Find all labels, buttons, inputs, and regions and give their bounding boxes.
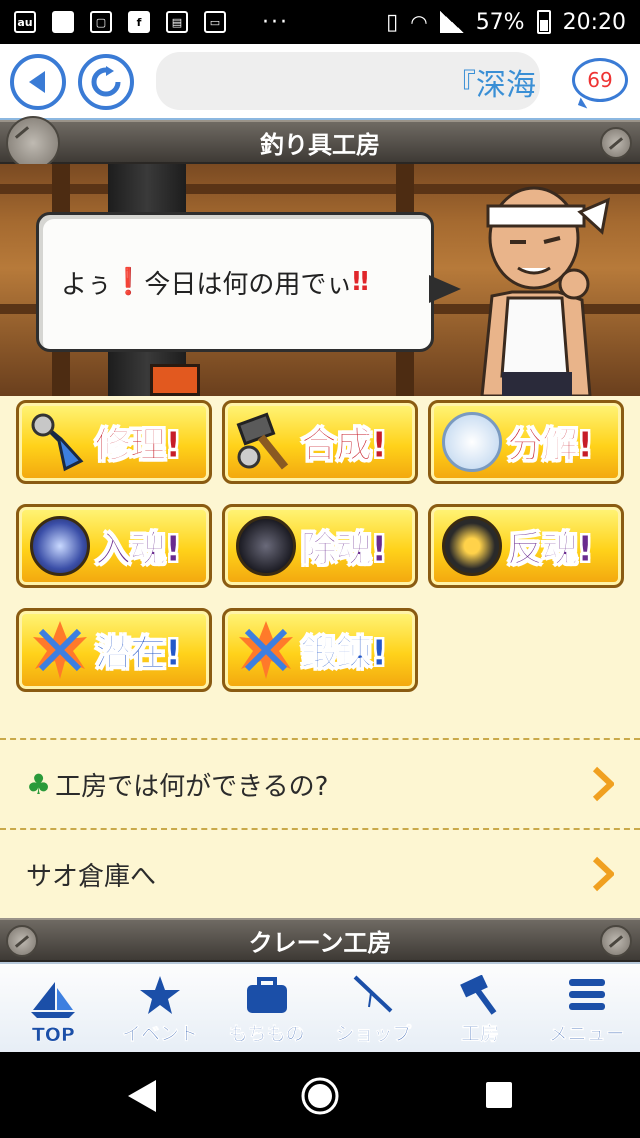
speech-text: よぅ	[61, 269, 112, 300]
notification-bubble[interactable]: 69	[572, 58, 628, 102]
crossed-swords-icon	[231, 615, 301, 685]
reload-icon	[91, 66, 121, 97]
soul-orb-gold-icon	[437, 511, 507, 581]
forge-fire	[150, 364, 200, 396]
back-arrow-icon	[29, 71, 45, 93]
clock: 20:20	[562, 9, 626, 35]
android-nav-bar	[0, 1052, 640, 1138]
au-icon: au	[14, 11, 36, 33]
potential-label: 潜在!	[94, 633, 181, 675]
tab-workshop[interactable]: 工房	[427, 964, 534, 1052]
wrench-icon	[25, 407, 95, 477]
sailboat-icon	[31, 982, 76, 1018]
tab-menu[interactable]: メニュー	[533, 964, 640, 1052]
combine-label: 合成!	[300, 425, 387, 467]
notification-count: 69	[587, 68, 613, 92]
fishing-rod-icon	[353, 975, 393, 1013]
soul-remove-label: 除魂!	[300, 529, 387, 571]
tab-inventory[interactable]: もちもの	[213, 964, 320, 1052]
workshop-scene: よぅ ❗ 今日は何の用でぃ ‼	[0, 164, 640, 396]
exclaim-icon: ❗	[111, 267, 145, 297]
nav-recents-button[interactable]	[484, 1080, 514, 1110]
nav-back-button[interactable]	[126, 1078, 160, 1114]
tab-label: TOP	[31, 1024, 76, 1047]
pass-icon: ▭	[204, 11, 226, 33]
bolt-icon	[6, 925, 38, 957]
bolt-icon	[600, 127, 632, 159]
bolt-icon	[600, 925, 632, 957]
status-bar: au ▢ f ▤ ▭ ··· ▯ ◠ 57% 20:20	[0, 0, 640, 44]
workshop-help-label: 工房では何ができるの?	[55, 771, 329, 802]
soul-orb-dark-icon	[231, 511, 301, 581]
tab-label: もちもの	[228, 1023, 305, 1046]
soul-orb-white-icon	[437, 407, 507, 477]
disassemble-label: 分解!	[506, 425, 593, 467]
menu-icon	[568, 979, 605, 1010]
crossed-swords-icon	[25, 615, 95, 685]
star-icon	[140, 976, 180, 1014]
training-label: 鍛錬!	[300, 633, 387, 675]
potential-button[interactable]: 潜在!	[16, 608, 212, 692]
soul-remove-button[interactable]: 除魂!	[222, 504, 418, 588]
rod-storage-label: サオ倉庫へ	[26, 861, 157, 892]
market-icon: ▤	[166, 11, 188, 33]
training-button[interactable]: 鍛錬!	[222, 608, 418, 692]
square-icon	[52, 11, 74, 33]
speech-text: 今日は何の用でぃ	[144, 269, 353, 300]
blacksmith-character	[480, 186, 610, 396]
signal-icon	[439, 11, 464, 33]
bag-icon	[246, 977, 287, 1013]
soul-reverse-label: 反魂!	[506, 529, 593, 571]
soul-infuse-button[interactable]: 入魂!	[16, 504, 212, 588]
speech-bubble: よぅ ❗ 今日は何の用でぃ ‼	[36, 212, 461, 352]
page-title: 釣り具工房	[260, 130, 380, 159]
tab-label: 工房	[461, 1023, 500, 1046]
more-notifications: ···	[262, 9, 289, 35]
rod-storage-link[interactable]: サオ倉庫へ	[0, 828, 640, 918]
bottom-tab-bar: TOP イベント もちもの ショップ 工房 メニュー	[0, 962, 640, 1052]
crane-workshop-banner: クレーン工房	[0, 918, 640, 962]
workshop-title-banner: 釣り具工房	[0, 116, 640, 170]
workshop-help-link[interactable]: ♣ 工房では何ができるの?	[0, 738, 640, 828]
repair-button[interactable]: 修理!	[16, 400, 212, 484]
hammer-icon	[460, 975, 497, 1015]
url-text: 『深海	[446, 68, 536, 103]
clover-icon: ♣	[26, 767, 52, 801]
battery-icon	[536, 10, 551, 34]
repair-label: 修理!	[94, 425, 181, 467]
tab-top[interactable]: TOP	[0, 964, 107, 1052]
tab-shop[interactable]: ショップ	[320, 964, 427, 1052]
url-bar[interactable]: 『深海	[156, 52, 540, 110]
soul-orb-blue-icon	[25, 511, 95, 581]
workshop-content: 修理! 合成! 分解! 入魂! 除魂! 反魂! 潜在! 鍛錬! ♣ 工房では何が…	[0, 396, 640, 918]
combine-button[interactable]: 合成!	[222, 400, 418, 484]
wifi-icon: ◠	[410, 10, 428, 34]
disassemble-button[interactable]: 分解!	[428, 400, 624, 484]
hammer-badge-icon	[6, 116, 60, 170]
tab-label: メニュー	[548, 1023, 625, 1046]
double-exclaim-icon: ‼	[352, 267, 369, 297]
chevron-right-icon	[592, 766, 614, 802]
tab-label: ショップ	[335, 1023, 412, 1046]
tab-label: イベント	[122, 1023, 199, 1046]
battery-percent: 57%	[475, 9, 525, 35]
tab-event[interactable]: イベント	[107, 964, 214, 1052]
facebook-icon: f	[128, 11, 150, 33]
chevron-right-icon	[592, 856, 614, 892]
browser-bar: 『深海 69	[0, 44, 640, 120]
phone-icon: ▢	[90, 11, 112, 33]
section-title: クレーン工房	[248, 928, 392, 957]
soul-reverse-button[interactable]: 反魂!	[428, 504, 624, 588]
nav-home-button[interactable]	[300, 1076, 340, 1116]
back-button[interactable]	[10, 54, 66, 110]
reload-button[interactable]	[78, 54, 134, 110]
soul-infuse-label: 入魂!	[94, 529, 181, 571]
vibrate-icon: ▯	[386, 9, 399, 35]
hammer-icon	[231, 407, 301, 477]
